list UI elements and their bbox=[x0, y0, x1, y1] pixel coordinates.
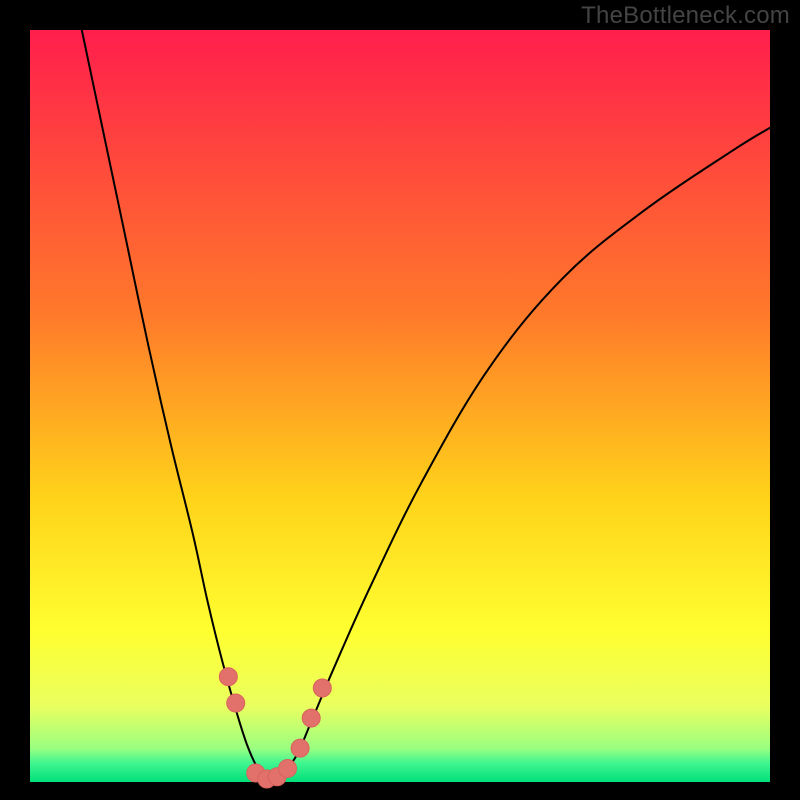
highlight-marker bbox=[291, 739, 309, 757]
chart-frame: TheBottleneck.com bbox=[0, 0, 800, 800]
highlight-marker bbox=[279, 759, 297, 777]
highlight-marker bbox=[219, 668, 237, 686]
watermark-text: TheBottleneck.com bbox=[581, 2, 790, 30]
bottleneck-chart bbox=[0, 0, 800, 800]
highlight-marker bbox=[227, 694, 245, 712]
highlight-marker bbox=[313, 679, 331, 697]
plot-gradient-background bbox=[30, 30, 770, 782]
highlight-marker bbox=[302, 709, 320, 727]
